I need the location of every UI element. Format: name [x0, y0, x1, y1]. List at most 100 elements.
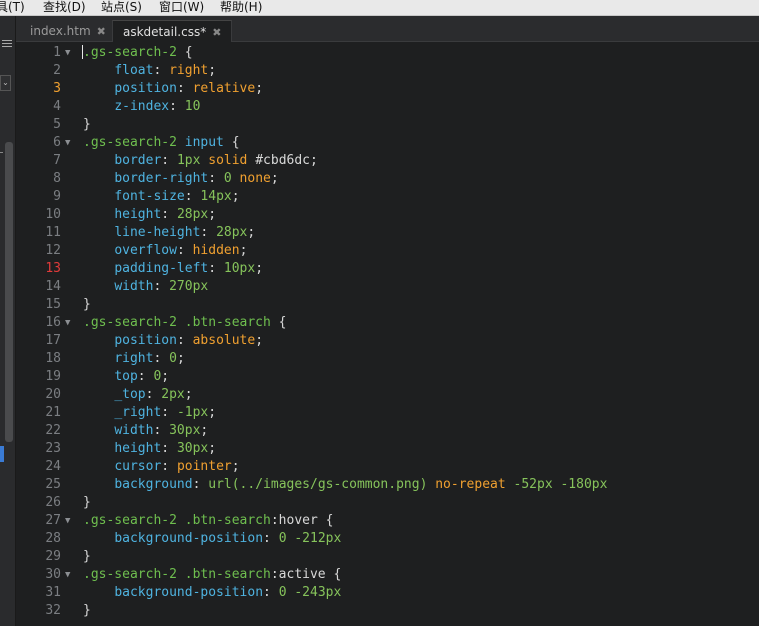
code-line[interactable]: 24 cursor: pointer; [16, 458, 759, 476]
code-line[interactable]: 17 position: absolute; [16, 332, 759, 350]
line-number: 26 [45, 495, 61, 510]
code-line[interactable]: 1 ▼ .gs-search-2 { [16, 44, 759, 62]
close-icon[interactable]: ✖ [212, 26, 221, 39]
menu-site[interactable]: 站点(S) [101, 0, 142, 15]
code-token: url(../images/gs-common.png) [208, 477, 428, 492]
code-line[interactable]: 5} [16, 116, 759, 134]
code-line[interactable]: 14 width: 270px [16, 278, 759, 296]
code-token: : [184, 189, 201, 204]
code-line[interactable]: 22 width: 30px; [16, 422, 759, 440]
code-token: ; [247, 225, 256, 240]
fold-toggle-icon[interactable]: ▼ [65, 134, 70, 152]
line-number: 15 [45, 297, 61, 312]
code-line[interactable]: 9 font-size: 14px; [16, 188, 759, 206]
menu-window[interactable]: 窗口(W) [159, 0, 204, 15]
code-line[interactable]: 30 ▼ .gs-search-2 .btn-search:active { [16, 566, 759, 584]
code-line[interactable]: 15} [16, 296, 759, 314]
code-line[interactable]: 11 line-height: 28px; [16, 224, 759, 242]
code-text: _top: 2px; [83, 386, 192, 404]
code-line[interactable]: 32} [16, 602, 759, 620]
code-editor[interactable]: 1 ▼ .gs-search-2 {2 float: right; 3 positio… [16, 42, 759, 626]
code-text: overflow: hidden; [83, 242, 247, 260]
tab-askdetail-css[interactable]: askdetail.css* ✖ [112, 20, 233, 42]
code-text: width: 30px; [83, 422, 208, 440]
code-token: padding-left [114, 261, 209, 276]
code-token: 10px [223, 261, 256, 276]
code-line[interactable]: 16 ▼ .gs-search-2 .btn-search { [16, 314, 759, 332]
panel-scrollbar[interactable] [5, 142, 13, 442]
code-token: : [161, 207, 177, 222]
menu-find[interactable]: 查找(D) [43, 0, 86, 15]
chevron-down-icon[interactable]: ⌄ [0, 75, 11, 91]
line-number: 6 [53, 135, 61, 150]
code-text: width: 270px [83, 278, 208, 296]
code-token: : [263, 585, 279, 600]
code-token: input [184, 135, 224, 150]
fold-toggle-icon[interactable]: ▼ [65, 314, 70, 332]
code-token: ; [208, 405, 217, 420]
code-token: .gs-search-2 [83, 135, 185, 150]
code-line[interactable]: 2 float: right; [16, 62, 759, 80]
code-token: .gs-search-2 .btn-search [83, 315, 279, 330]
menu-tools[interactable]: 具(T) [0, 0, 25, 15]
code-text: _right: -1px; [83, 404, 216, 422]
code-line[interactable]: 13 padding-left: 10px; [16, 260, 759, 278]
code-token: ; [176, 351, 185, 366]
line-number: 27 [45, 513, 61, 528]
code-token: absolute [192, 333, 256, 348]
code-line[interactable]: 10 height: 28px; [16, 206, 759, 224]
code-line[interactable]: 3 position: relative; [16, 80, 759, 98]
tab-label: index.htm [30, 24, 91, 38]
code-line[interactable]: 12 overflow: hidden; [16, 242, 759, 260]
code-token: ; [231, 459, 240, 474]
code-line[interactable]: 29} [16, 548, 759, 566]
code-line[interactable]: 25 background: url(../images/gs-common.p… [16, 476, 759, 494]
code-text: padding-left: 10px; [83, 260, 263, 278]
code-line[interactable]: 4 z-index: 10 [16, 98, 759, 116]
tab-index-htm[interactable]: index.htm ✖ [20, 20, 116, 42]
code-text: border-right: 0 none; [83, 170, 278, 188]
line-number: 7 [53, 153, 61, 168]
code-line[interactable]: 19 top: 0; [16, 368, 759, 386]
fold-toggle-icon[interactable]: ▼ [65, 512, 70, 530]
code-text: .gs-search-2 .btn-search { [83, 314, 287, 332]
code-token: -243px [294, 585, 342, 600]
code-token: height [114, 441, 162, 456]
code-token: : [161, 441, 177, 456]
fold-toggle-icon[interactable]: ▼ [65, 566, 70, 584]
code-text: right: 0; [83, 350, 185, 368]
code-line[interactable]: 18 right: 0; [16, 350, 759, 368]
close-icon[interactable]: ✖ [97, 25, 106, 38]
line-number: 32 [45, 603, 61, 618]
code-line[interactable]: 31 background-position: 0 -243px [16, 584, 759, 602]
code-line[interactable]: 21 _right: -1px; [16, 404, 759, 422]
code-token: : [153, 279, 170, 294]
code-line[interactable]: 26} [16, 494, 759, 512]
code-text: } [83, 116, 91, 134]
menu-help[interactable]: 帮助(H) [220, 0, 262, 15]
code-line[interactable]: 7 border: 1px solid #cbd6dc; [16, 152, 759, 170]
code-line[interactable]: 23 height: 30px; [16, 440, 759, 458]
code-token: : [161, 459, 177, 474]
code-token: position [114, 333, 177, 348]
menu-bar: 具(T) 查找(D) 站点(S) 窗口(W) 帮助(H) [0, 0, 759, 16]
code-line[interactable]: 27 ▼ .gs-search-2 .btn-search:hover { [16, 512, 759, 530]
code-token: ; [255, 261, 264, 276]
line-number: 12 [45, 243, 61, 258]
code-token: 0 [278, 531, 287, 546]
code-token: } [83, 117, 91, 132]
panel-menu-icon[interactable] [2, 40, 12, 50]
code-token: ; [208, 207, 217, 222]
code-line[interactable]: 20 _top: 2px; [16, 386, 759, 404]
fold-toggle-icon[interactable]: ▼ [65, 44, 70, 62]
line-number: 23 [45, 441, 61, 456]
code-line[interactable]: 8 border-right: 0 none; [16, 170, 759, 188]
code-token: background-position [114, 531, 264, 546]
code-line[interactable]: 28 background-position: 0 -212px [16, 530, 759, 548]
code-line[interactable]: 6 ▼ .gs-search-2 input { [16, 134, 759, 152]
